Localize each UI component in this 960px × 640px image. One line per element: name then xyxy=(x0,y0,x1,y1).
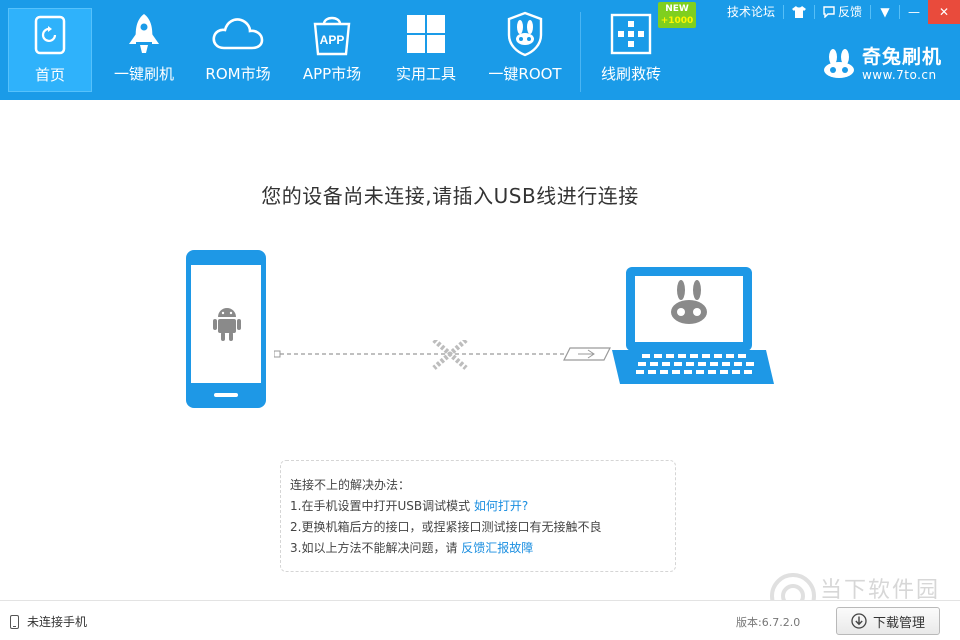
page-title: 您的设备尚未连接,请插入USB线进行连接 xyxy=(261,184,639,208)
rabbit-logo-icon xyxy=(823,49,854,78)
nav-label: 首页 xyxy=(34,66,65,84)
close-button[interactable]: ✕ xyxy=(928,0,960,24)
brand-name: 奇兔刷机 xyxy=(861,46,942,68)
connection-status: 未连接手机 xyxy=(27,615,88,629)
usb-plug-icon xyxy=(563,347,611,361)
close-icon: ✕ xyxy=(938,5,950,19)
nav-item-tools[interactable]: 实用工具 xyxy=(386,8,466,92)
minimize-icon: — xyxy=(908,5,920,19)
how-to-open-link[interactable]: 如何打开? xyxy=(474,499,528,513)
tip-line-1: 1.在手机设置中打开USB调试模式 如何打开? xyxy=(290,499,529,513)
brand-logo: 奇兔刷机 www.7to.cn xyxy=(822,46,942,82)
tip-line-2: 2.更换机箱后方的接口，或捏紧接口测试接口有无接触不良 xyxy=(290,520,602,534)
nav-item-rom-market[interactable]: ROM市场 xyxy=(196,8,280,92)
version-label: 版本:6.7.2.0 xyxy=(736,616,801,629)
usb-cable-illustration xyxy=(274,340,611,370)
nav-item-home[interactable]: 首页 xyxy=(8,8,92,92)
disconnected-x-icon xyxy=(432,340,468,370)
phone-illustration xyxy=(186,250,266,408)
rocket-icon xyxy=(114,8,174,60)
nav-label: APP市场 xyxy=(302,65,362,83)
status-bar: 未连接手机 版本:6.7.2.0 下载管理 xyxy=(0,600,960,640)
nav-label: 实用工具 xyxy=(395,65,456,83)
tips-title: 连接不上的解决办法： xyxy=(290,478,411,492)
nav-item-one-click-flash[interactable]: 一键刷机 xyxy=(104,8,184,92)
report-issue-link[interactable]: 反馈汇报故障 xyxy=(461,541,533,555)
top-toolbar: 首页 一键刷机 ROM市场 APP APP市场 实用工具 一键ROOT 线刷救砖… xyxy=(0,0,960,100)
new-badge: NEW +1000 xyxy=(658,2,696,28)
chevron-down-icon: ▼ xyxy=(880,5,890,19)
svg-text:APP: APP xyxy=(320,33,345,47)
nav-item-one-click-root[interactable]: 一键ROOT xyxy=(482,8,568,92)
rabbit-shield-icon xyxy=(495,8,555,60)
android-icon xyxy=(213,308,241,341)
troubleshooting-tips: 连接不上的解决办法： 1.在手机设置中打开USB调试模式 如何打开? 2.更换机… xyxy=(280,460,676,572)
menu-button[interactable]: ▼ xyxy=(871,0,899,24)
chat-bubble-icon xyxy=(823,6,835,18)
refresh-icon xyxy=(20,9,80,61)
app-bag-icon: APP xyxy=(302,8,362,60)
nav-label: ROM市场 xyxy=(205,65,271,83)
forum-link[interactable]: 技术论坛 xyxy=(719,0,783,24)
nav-label: 一键刷机 xyxy=(113,65,174,83)
skin-button[interactable] xyxy=(784,0,814,24)
nav-label: 一键ROOT xyxy=(488,65,562,83)
tshirt-icon xyxy=(791,6,806,18)
window-controls: 技术论坛 反馈 ▼ — ✕ xyxy=(719,0,960,24)
brand-url: www.7to.cn xyxy=(861,68,937,82)
feedback-button[interactable]: 反馈 xyxy=(815,0,870,24)
plus-box-icon xyxy=(601,8,661,60)
download-manager-button[interactable]: 下载管理 xyxy=(836,607,940,635)
minimize-button[interactable]: — xyxy=(900,0,928,24)
nav-divider xyxy=(580,12,581,92)
nav-label: 线刷救砖 xyxy=(600,65,661,83)
nav-item-app-market[interactable]: APP APP市场 xyxy=(292,8,372,92)
phone-icon xyxy=(10,614,19,629)
tip-line-3: 3.如以上方法不能解决问题，请 反馈汇报故障 xyxy=(290,541,534,555)
nav-item-line-flash-rescue[interactable]: 线刷救砖 xyxy=(594,8,668,92)
download-icon xyxy=(851,613,867,629)
laptop-illustration xyxy=(612,267,774,384)
cloud-icon xyxy=(208,8,268,60)
grid-icon xyxy=(396,8,456,60)
